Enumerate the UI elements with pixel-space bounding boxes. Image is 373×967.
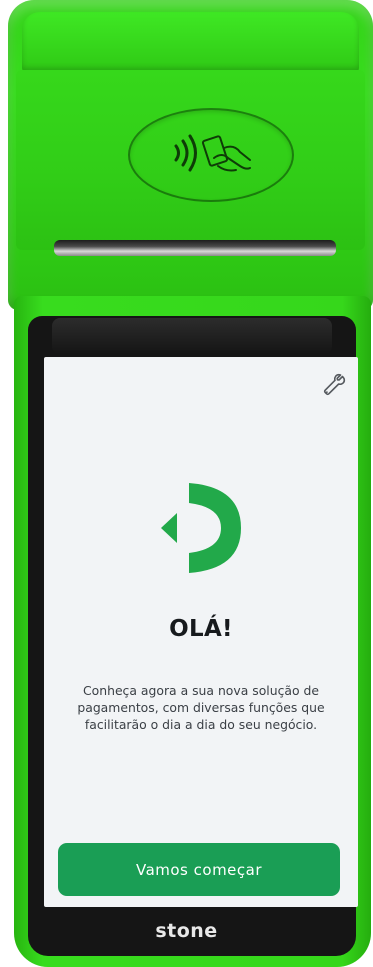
paper-slot	[54, 240, 336, 256]
brand-label: stone	[155, 920, 218, 942]
stone-logo-icon	[161, 483, 241, 573]
screen-reflection	[52, 318, 332, 354]
welcome-screen: OLÁ! Conheça agora a sua nova solução de…	[44, 357, 358, 907]
welcome-title: OLÁ!	[169, 616, 233, 642]
wrench-icon[interactable]	[322, 373, 346, 397]
printer-lid	[22, 12, 359, 72]
welcome-description: Conheça agora a sua nova solução de paga…	[77, 683, 325, 732]
start-button[interactable]: Vamos começar	[58, 843, 340, 896]
contactless-payment-icon	[174, 134, 251, 172]
